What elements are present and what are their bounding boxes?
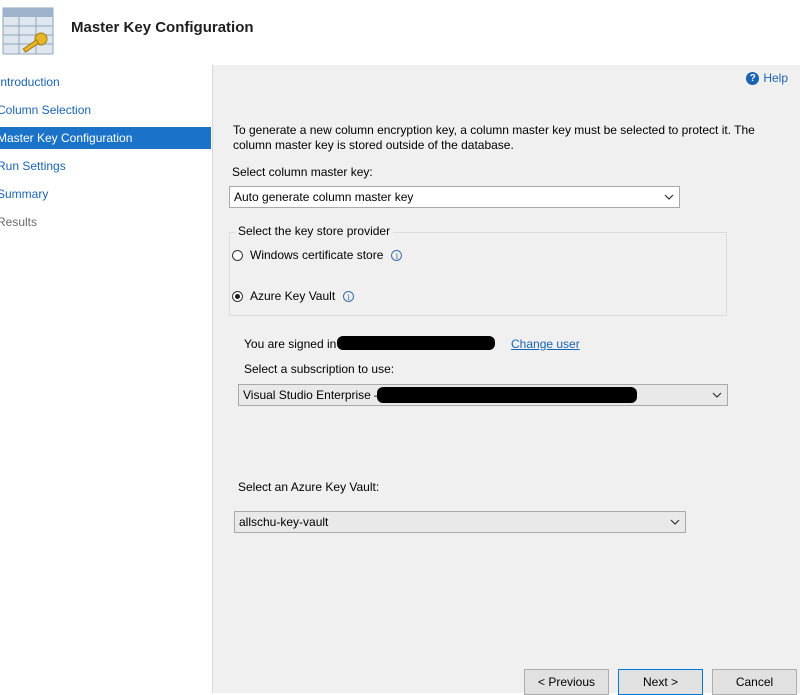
next-button[interactable]: Next > [618, 669, 703, 695]
sidebar-item-results: Results [0, 215, 38, 229]
info-icon[interactable]: i [343, 290, 355, 302]
radio-button[interactable] [232, 249, 243, 261]
radio-azure-key-vault[interactable]: Azure Key Vault i [232, 289, 355, 303]
select-cmk-label: Select column master key: [232, 165, 373, 179]
info-icon[interactable]: i [391, 249, 403, 261]
subscription-label: Select a subscription to use: [244, 362, 395, 376]
description-text: To generate a new column encryption key,… [233, 123, 755, 152]
redacted-subscription-id [377, 387, 637, 403]
redacted-account-name [337, 336, 495, 350]
radio-windows-certificate-store[interactable]: Windows certificate store i [232, 248, 403, 262]
sidebar-item-column-selection[interactable]: Column Selection [0, 99, 211, 121]
sidebar-item-run-settings[interactable]: Run Settings [0, 155, 211, 177]
main-panel: ? Help To generate a new column encrypti… [213, 65, 800, 695]
sidebar-item-master-key-configuration[interactable]: Master Key Configuration [0, 127, 211, 149]
chevron-down-icon [712, 392, 722, 398]
key-store-group-title: Select the key store provider [235, 224, 394, 238]
wizard-sidebar: Introduction Column Selection Master Key… [0, 65, 213, 693]
column-master-key-dropdown[interactable]: Auto generate column master key [229, 186, 680, 208]
help-icon: ? [746, 71, 760, 85]
key-table-icon [2, 7, 54, 55]
sidebar-item-introduction[interactable]: Introduction [0, 71, 211, 93]
help-link[interactable]: ? Help [746, 71, 788, 85]
previous-button[interactable]: < Previous [524, 669, 609, 695]
chevron-down-icon [664, 194, 674, 200]
signed-in-label: You are signed in [244, 337, 337, 351]
cancel-button[interactable]: Cancel [712, 669, 797, 695]
key-vault-dropdown[interactable]: allschu-key-vault [234, 511, 686, 533]
key-vault-label: Select an Azure Key Vault: [238, 480, 380, 494]
wizard-header: Master Key Configuration [0, 0, 800, 65]
change-user-link[interactable]: Change user [511, 337, 580, 351]
key-store-provider-group [229, 232, 727, 316]
page-title: Master Key Configuration [71, 19, 254, 36]
sidebar-item-summary[interactable]: Summary [0, 183, 211, 205]
radio-button-selected[interactable] [232, 290, 243, 302]
chevron-down-icon [670, 519, 680, 525]
